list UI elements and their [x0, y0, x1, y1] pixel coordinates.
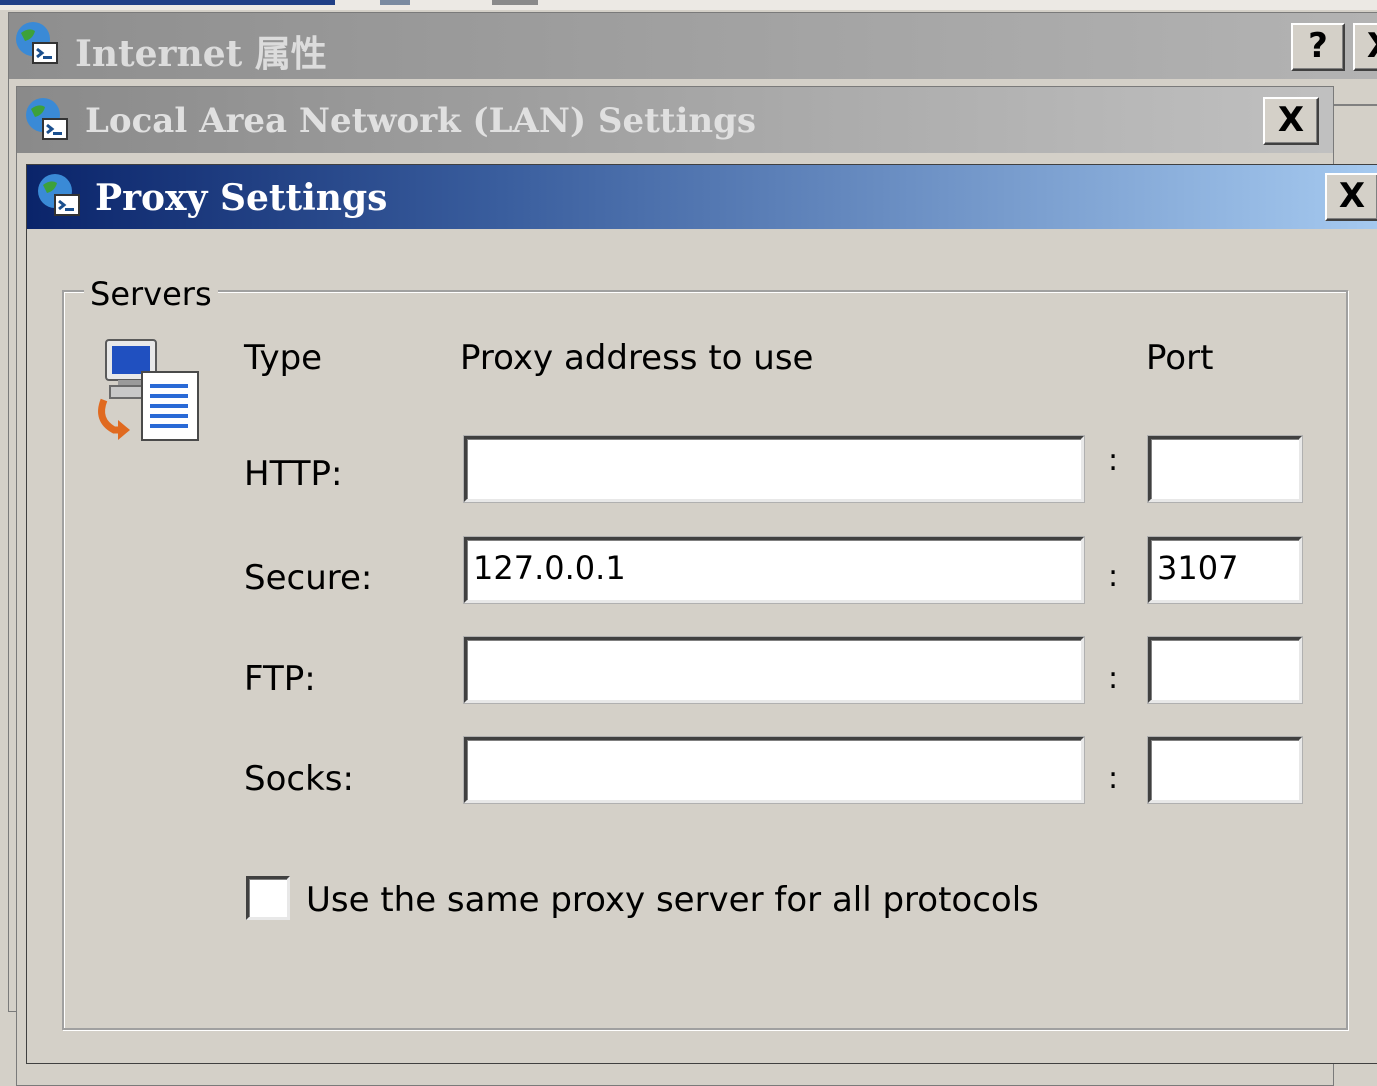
lan-settings-titlebar[interactable]: Local Area Network (LAN) Settings X — [17, 87, 1333, 153]
address-column-header: Proxy address to use — [460, 338, 814, 378]
secure-address-input[interactable]: 127.0.0.1 — [464, 537, 1084, 603]
http-label: HTTP: — [244, 454, 343, 494]
ftp-label: FTP: — [244, 659, 316, 699]
network-server-icon — [98, 339, 199, 441]
internet-properties-title: Internet 属性 — [75, 33, 327, 75]
lan-settings-title: Local Area Network (LAN) Settings — [85, 101, 757, 141]
servers-group-label: Servers — [84, 274, 218, 314]
ftp-port-separator: : — [1108, 661, 1119, 696]
http-address-input[interactable] — [464, 436, 1084, 502]
internet-globe-icon — [16, 22, 58, 64]
proxy-globe-icon — [38, 174, 80, 216]
socks-label: Socks: — [244, 759, 354, 799]
ftp-port-input[interactable] — [1148, 637, 1302, 703]
socks-port-input[interactable] — [1148, 737, 1302, 803]
http-port-input[interactable] — [1148, 436, 1302, 502]
same-proxy-checkbox[interactable] — [246, 876, 290, 920]
lan-globe-icon — [26, 98, 68, 140]
internet-properties-close-button[interactable]: X — [1353, 23, 1377, 71]
socks-address-input[interactable] — [464, 737, 1084, 803]
taskbar-segment — [492, 0, 538, 5]
secure-label: Secure: — [244, 558, 373, 598]
proxy-settings-close-button[interactable]: X — [1325, 173, 1377, 221]
background-strip — [0, 0, 1377, 10]
window-edge-line — [1334, 104, 1377, 106]
proxy-settings-titlebar[interactable]: Proxy Settings — [27, 165, 1377, 229]
taskbar-segment — [380, 0, 410, 5]
same-proxy-label[interactable]: Use the same proxy server for all protoc… — [306, 880, 1039, 920]
ftp-address-input[interactable] — [464, 637, 1084, 703]
proxy-settings-title: Proxy Settings — [95, 177, 388, 219]
port-column-header: Port — [1146, 338, 1214, 378]
help-button[interactable]: ? — [1291, 23, 1345, 71]
secure-port-input[interactable]: 3107 — [1148, 537, 1302, 603]
http-port-separator: : — [1108, 443, 1119, 478]
secure-port-separator: : — [1108, 559, 1119, 594]
type-column-header: Type — [244, 338, 323, 378]
socks-port-separator: : — [1108, 761, 1119, 796]
lan-settings-close-button[interactable]: X — [1263, 97, 1319, 145]
internet-properties-titlebar[interactable]: Internet 属性 ? X — [9, 13, 1377, 79]
taskbar-segment — [0, 0, 335, 5]
